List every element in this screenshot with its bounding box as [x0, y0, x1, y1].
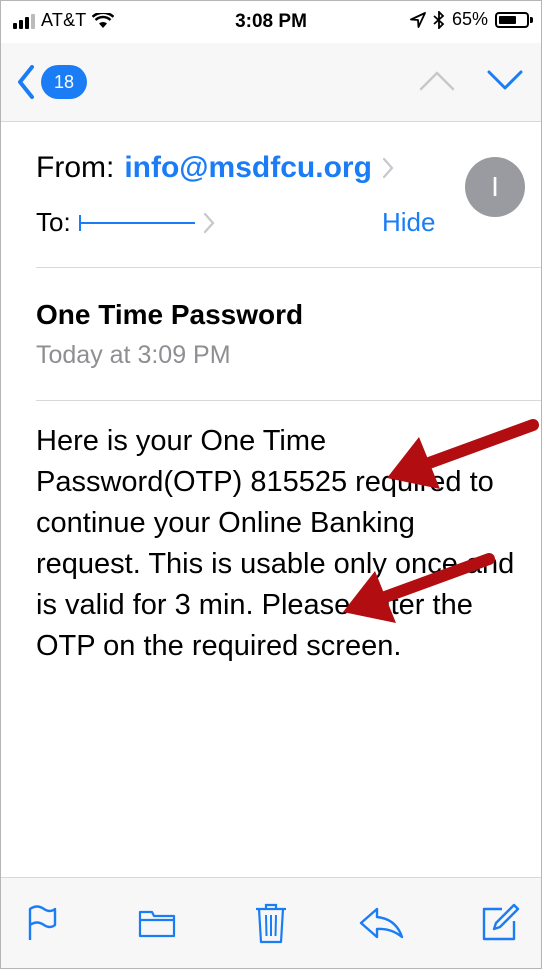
battery-level	[499, 15, 516, 24]
sender-address[interactable]: info@msdfcu.org	[124, 151, 372, 185]
folder-icon	[138, 910, 176, 938]
trash-icon	[256, 903, 286, 944]
move-to-folder-button[interactable]	[132, 898, 182, 948]
battery-icon	[495, 11, 533, 28]
nav-bar: 18	[1, 43, 541, 122]
reply-button[interactable]	[356, 898, 406, 948]
from-line[interactable]: From: info@msdfcu.org	[36, 151, 506, 185]
chevron-right-icon	[382, 157, 394, 179]
delete-button[interactable]	[246, 898, 296, 948]
bottom-toolbar	[1, 877, 541, 968]
status-right: 65%	[410, 9, 533, 30]
header-divider	[36, 267, 541, 268]
bluetooth-icon	[433, 10, 445, 29]
message-navigation	[419, 69, 523, 91]
compose-icon	[482, 903, 520, 941]
recipient-address[interactable]	[78, 214, 195, 231]
chevron-up-icon[interactable]	[419, 69, 455, 91]
message-body: Here is your One Time Password(OTP) 8155…	[36, 425, 515, 662]
back-button[interactable]: 18	[17, 65, 87, 99]
battery-percent: 65%	[451, 9, 488, 29]
unread-count-badge: 18	[41, 65, 87, 99]
chevron-right-icon	[203, 212, 215, 233]
flag-icon	[28, 905, 57, 940]
message-subject: One Time Password	[36, 299, 304, 330]
to-line[interactable]: To:	[36, 207, 215, 238]
message-header: From: info@msdfcu.org To: Hide	[36, 151, 506, 237]
compose-button[interactable]	[475, 898, 525, 948]
status-bar: AT&T 3:08 PM 65%	[1, 1, 541, 41]
avatar: I	[465, 157, 525, 217]
reply-icon	[359, 907, 404, 939]
chevron-left-icon	[18, 65, 34, 99]
subject-divider	[36, 400, 541, 401]
mail-screen: AT&T 3:08 PM 65% 18 From: info@msdfcu.or…	[0, 0, 542, 969]
chevron-down-icon[interactable]	[487, 69, 523, 91]
to-label: To:	[36, 207, 71, 237]
location-icon	[410, 11, 426, 28]
hide-details-link[interactable]: Hide	[382, 207, 435, 238]
from-label: From:	[36, 151, 115, 184]
message-date: Today at 3:09 PM	[36, 341, 231, 369]
flag-button[interactable]	[17, 898, 67, 948]
